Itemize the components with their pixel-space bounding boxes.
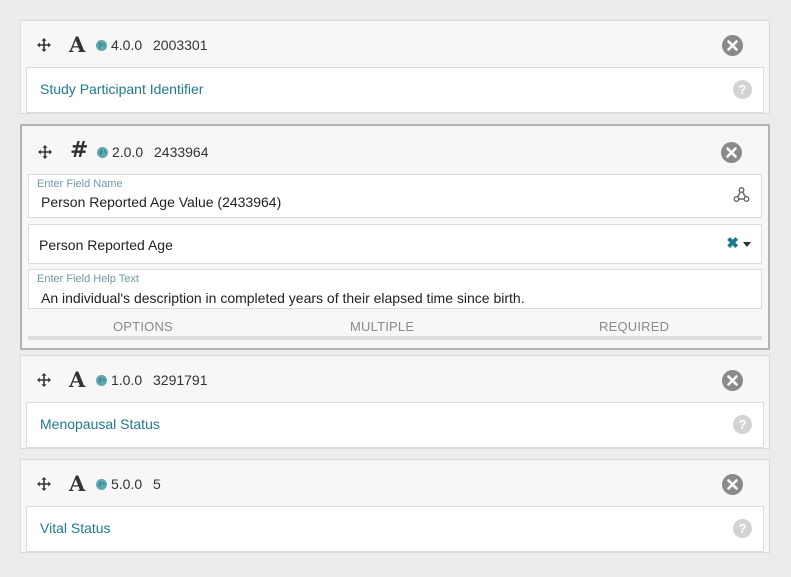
move-icon[interactable] <box>37 38 51 52</box>
field-card-header: A 4.0.0 2003301 <box>21 21 769 67</box>
cde-id-label: 3291791 <box>153 372 208 388</box>
field-name-value: Person Reported Age Value (2433964) <box>41 194 282 210</box>
chevron-down-icon[interactable] <box>743 242 751 247</box>
help-text-value: An individual's description in completed… <box>41 290 525 306</box>
remove-field-button[interactable] <box>721 142 742 163</box>
svg-text:?: ? <box>739 82 747 97</box>
multiple-tab[interactable]: MULTIPLE <box>350 319 414 334</box>
options-track <box>28 336 762 340</box>
text-type-icon: A <box>69 367 86 392</box>
globe-icon <box>96 40 107 51</box>
field-card: A 4.0.0 2003301 Study Participant Identi… <box>20 20 770 114</box>
field-card-header: A 1.0.0 3291791 <box>21 356 769 402</box>
concept-select[interactable]: Person Reported Age ✖ <box>28 224 762 264</box>
field-name-input[interactable]: Enter Field Name Person Reported Age Val… <box>28 174 762 218</box>
cde-id-label: 5 <box>153 476 161 492</box>
version-label: 1.0.0 <box>111 372 143 388</box>
field-name-link[interactable]: Menopausal Status <box>40 416 160 432</box>
field-name-box: Menopausal Status ? <box>26 402 764 448</box>
remove-field-button[interactable] <box>722 474 743 495</box>
svg-text:?: ? <box>739 417 747 432</box>
svg-text:?: ? <box>739 521 747 536</box>
globe-icon <box>97 147 108 158</box>
move-icon[interactable] <box>37 373 51 387</box>
move-icon[interactable] <box>38 145 52 159</box>
required-tab[interactable]: REQUIRED <box>599 319 669 334</box>
clear-selection-icon[interactable]: ✖ <box>726 236 739 252</box>
help-text-placeholder: Enter Field Help Text <box>37 273 139 285</box>
hierarchy-link-icon[interactable] <box>733 186 750 203</box>
globe-icon <box>96 375 107 386</box>
text-type-icon: A <box>69 471 86 496</box>
field-name-box: Vital Status ? <box>26 506 764 552</box>
move-icon[interactable] <box>37 477 51 491</box>
help-icon[interactable]: ? <box>733 519 752 538</box>
number-type-icon: # <box>70 138 89 163</box>
field-card: A 5.0.0 5 Vital Status ? <box>20 459 770 553</box>
cde-id-label: 2003301 <box>153 37 208 53</box>
help-icon[interactable]: ? <box>733 80 752 99</box>
field-name-link[interactable]: Study Participant Identifier <box>40 81 203 97</box>
version-label: 5.0.0 <box>111 476 143 492</box>
globe-icon <box>96 479 107 490</box>
field-name-box: Study Participant Identifier ? <box>26 67 764 113</box>
field-card-expanded: # 2.0.0 2433964 Enter Field Name Person … <box>20 124 770 350</box>
field-name-link[interactable]: Vital Status <box>40 520 111 536</box>
remove-field-button[interactable] <box>722 370 743 391</box>
help-icon[interactable]: ? <box>733 415 752 434</box>
field-help-text-input[interactable]: Enter Field Help Text An individual's de… <box>28 269 762 309</box>
field-name-placeholder: Enter Field Name <box>37 178 123 190</box>
remove-field-button[interactable] <box>722 35 743 56</box>
text-type-icon: A <box>69 32 86 57</box>
field-card-header: A 5.0.0 5 <box>21 460 769 506</box>
options-tab[interactable]: OPTIONS <box>113 319 173 334</box>
version-label: 4.0.0 <box>111 37 143 53</box>
field-card-header: # 2.0.0 2433964 <box>22 126 768 172</box>
concept-select-value: Person Reported Age <box>39 237 173 253</box>
field-options-bar: OPTIONS MULTIPLE REQUIRED <box>28 312 762 340</box>
cde-id-label: 2433964 <box>154 144 209 160</box>
version-label: 2.0.0 <box>112 144 144 160</box>
field-card: A 1.0.0 3291791 Menopausal Status ? <box>20 355 770 449</box>
